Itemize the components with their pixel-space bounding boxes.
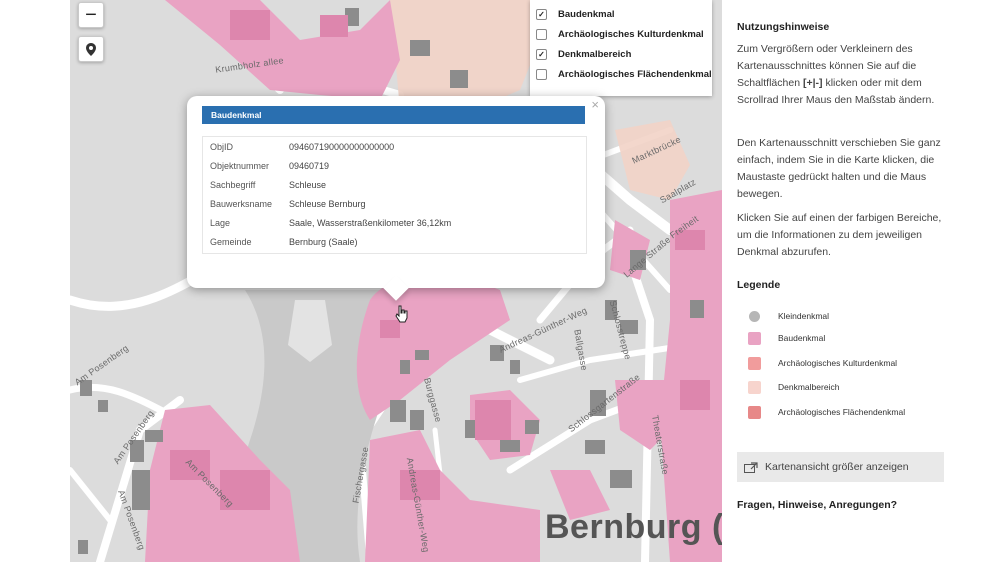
legend-swatch [748, 405, 761, 419]
layer-checkbox[interactable]: ✓ [536, 48, 547, 60]
layer-label: Denkmalbereich [558, 48, 632, 60]
legend-title: Legende [737, 279, 781, 291]
layer-checkbox[interactable]: ✓ [536, 8, 547, 20]
locate-button[interactable] [78, 36, 104, 62]
legend-item-denkmalbereich: Denkmalbereich [748, 379, 839, 395]
legend-item-flaechendenkmal: Archäologisches Flächendenkmal [748, 404, 905, 420]
attr-key: ObjID [210, 141, 234, 152]
popup-attribute-table: ObjID 094607190000000000000 Objektnummer 0… [202, 136, 587, 254]
layer-label: Baudenkmal [558, 8, 615, 20]
attr-key: Lage [210, 217, 231, 228]
layer-item-flaechendenkmal[interactable]: Archäologisches Flächendenkmal [530, 64, 712, 84]
legend-label: Archäologisches Kulturdenkmal [778, 358, 898, 368]
legend-label: Denkmalbereich [778, 382, 840, 392]
legend-swatch [748, 331, 761, 345]
attr-value: Schleuse Bernburg [289, 198, 366, 209]
external-link-icon [744, 461, 758, 473]
hints-title: Nutzungshinweise [737, 21, 830, 33]
legend-item-baudenkmal: Baudenkmal [748, 330, 825, 346]
legend-item-kleindenkmal: Kleindenkmal [748, 308, 829, 324]
attr-value: 094607190000000000000 [289, 141, 395, 152]
hints-paragraph-3: Klicken Sie auf einen der farbigen Berei… [737, 212, 942, 258]
attr-value: Saale, Wasserstraßenkilometer 36,12km [289, 217, 452, 228]
attr-key: Bauwerksname [210, 198, 273, 209]
hand-cursor-icon [395, 305, 408, 323]
popup-close-button[interactable]: × [591, 97, 599, 112]
layer-label: Archäologisches Kulturdenkmal [558, 28, 704, 40]
table-row: Objektnummer 09460719 [203, 156, 586, 175]
table-row: Bauwerksname Schleuse Bernburg [203, 194, 586, 213]
attr-key: Objektnummer [210, 160, 270, 171]
legend-swatch [748, 356, 761, 370]
attr-value: 09460719 [289, 160, 330, 171]
layer-switcher: ✓ Baudenkmal Archäologisches Kulturdenkm… [530, 0, 712, 96]
hints-paragraph-2: Den Kartenausschnitt verschieben Sie gan… [737, 137, 941, 200]
attr-key: Gemeinde [210, 236, 252, 247]
bigger-map-button[interactable]: Kartenansicht größer anzeigen [737, 452, 944, 482]
feature-info-popup: × Baudenkmal ObjID 094607190000000000000 … [187, 96, 605, 301]
legend-item-kulturdenkmal: Archäologisches Kulturdenkmal [748, 355, 897, 371]
layer-item-baudenkmal[interactable]: ✓ Baudenkmal [530, 4, 712, 24]
legend-swatch [749, 310, 760, 322]
legend-label: Archäologisches Flächendenkmal [778, 407, 906, 417]
questions-title: Fragen, Hinweise, Anregungen? [737, 499, 898, 511]
zoom-out-button[interactable]: − [78, 2, 104, 28]
table-row: Lage Saale, Wasserstraßenkilometer 36,12k… [203, 213, 586, 232]
layer-checkbox[interactable] [536, 28, 547, 40]
legend-label: Baudenkmal [778, 333, 826, 343]
zoom-keys-text: [+|-] [802, 77, 823, 89]
table-row: Gemeinde Bernburg (Saale) [203, 232, 586, 251]
legend-swatch [748, 380, 761, 394]
layer-label: Archäologisches Flächendenkmal [558, 68, 712, 80]
map-viewport[interactable]: Krumbholz allee Marktbrücke Saalplatz La… [70, 0, 722, 562]
location-pin-icon [86, 42, 96, 56]
hints-paragraph-1: Zum Vergrößern oder Verkleinern des Kart… [737, 41, 947, 109]
table-row: Sachbegriff Schleuse [203, 175, 586, 194]
city-label: Bernburg (Saale) [545, 508, 722, 546]
popup-title: Baudenkmal [202, 106, 585, 124]
bigger-map-label: Kartenansicht größer anzeigen [765, 461, 909, 473]
attr-key: Sachbegriff [210, 179, 256, 190]
layer-item-denkmalbereich[interactable]: ✓ Denkmalbereich [530, 44, 712, 64]
table-row: ObjID 094607190000000000000 [203, 137, 586, 156]
attr-value: Schleuse [289, 179, 327, 190]
layer-item-kulturdenkmal[interactable]: Archäologisches Kulturdenkmal [530, 24, 712, 44]
legend-label: Kleindenkmal [778, 311, 830, 321]
attr-value: Bernburg (Saale) [289, 236, 358, 247]
layer-checkbox[interactable] [536, 68, 547, 80]
